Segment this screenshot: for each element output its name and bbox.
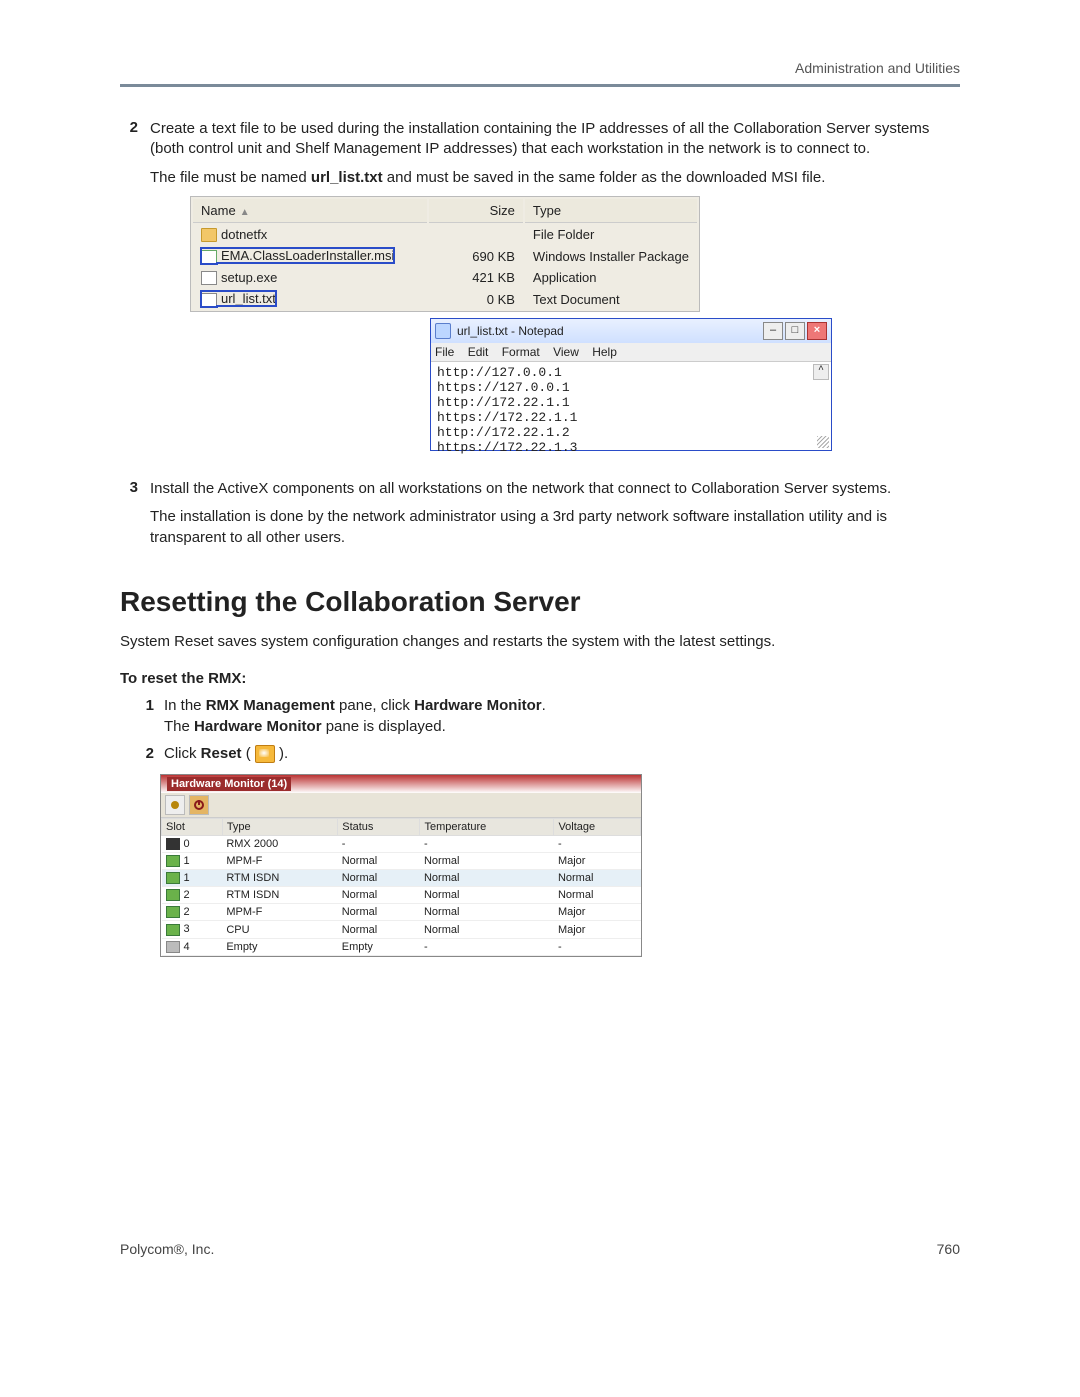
maximize-button[interactable]: □ <box>785 322 805 340</box>
footer-page-number: 760 <box>937 1241 960 1257</box>
txt-icon <box>201 293 217 307</box>
hwmon-row[interactable]: 2RTM ISDNNormalNormalNormal <box>162 887 641 904</box>
file-col-size[interactable]: Size <box>429 199 523 223</box>
exe-icon <box>201 271 217 285</box>
substep-2-line: Click Reset ( ). <box>164 743 960 764</box>
hwmon-row[interactable]: 4EmptyEmpty-- <box>162 938 641 955</box>
notepad-window: url_list.txt - Notepad – □ × File Edit F… <box>430 318 832 451</box>
section-heading-reset: Resetting the Collaboration Server <box>120 586 960 618</box>
step-number-2: 2 <box>120 119 138 469</box>
hw-col-status[interactable]: Status <box>338 819 420 836</box>
slot-icon <box>166 941 180 953</box>
msi-icon <box>201 250 217 264</box>
subheading-to-reset: To reset the RMX: <box>120 670 960 687</box>
notepad-textarea[interactable]: http://127.0.0.1 https://127.0.0.1 http:… <box>431 362 831 450</box>
folder-icon <box>201 228 217 242</box>
step2-paragraph-2: The file must be named url_list.txt and … <box>150 168 960 188</box>
resize-grip-icon[interactable] <box>817 436 829 448</box>
file-row[interactable]: dotnetfxFile Folder <box>193 225 697 245</box>
hw-col-volt[interactable]: Voltage <box>554 819 641 836</box>
step2-paragraph-1: Create a text file to be used during the… <box>150 119 960 160</box>
minimize-button[interactable]: – <box>763 322 783 340</box>
notepad-titlebar[interactable]: url_list.txt - Notepad – □ × <box>431 319 831 343</box>
slot-icon <box>166 855 180 867</box>
step3-paragraph-1: Install the ActiveX components on all wo… <box>150 479 960 499</box>
slot-icon <box>166 889 180 901</box>
hw-col-temp[interactable]: Temperature <box>420 819 554 836</box>
step3-paragraph-2: The installation is done by the network … <box>150 507 960 548</box>
hwmon-row[interactable]: 1MPM-FNormalNormalMajor <box>162 853 641 870</box>
power-icon <box>193 799 205 811</box>
slot-icon <box>166 906 180 918</box>
file-col-name[interactable]: Name▲ <box>193 199 427 223</box>
hwmon-titlebar: Hardware Monitor (14) <box>161 775 641 793</box>
hwmon-tool-button[interactable] <box>165 795 185 815</box>
hwmon-table: Slot Type Status Temperature Voltage 0RM… <box>161 818 641 956</box>
hwmon-row[interactable]: 1RTM ISDNNormalNormalNormal <box>162 870 641 887</box>
sort-asc-icon: ▲ <box>240 207 250 218</box>
file-row[interactable]: url_list.txt0 KBText Document <box>193 289 697 309</box>
reset-icon <box>255 745 275 763</box>
slot-icon <box>166 872 180 884</box>
hwmon-row[interactable]: 3CPUNormalNormalMajor <box>162 921 641 938</box>
substep-num-1: 1 <box>140 695 154 737</box>
menu-format[interactable]: Format <box>502 345 540 359</box>
hw-col-type[interactable]: Type <box>222 819 337 836</box>
substep-1-line1: In the RMX Management pane, click Hardwa… <box>164 695 960 716</box>
slot-icon <box>166 924 180 936</box>
file-row[interactable]: setup.exe421 KBApplication <box>193 268 697 288</box>
menu-help[interactable]: Help <box>592 345 617 359</box>
notepad-title-text: url_list.txt - Notepad <box>457 324 757 338</box>
notepad-app-icon <box>435 323 451 339</box>
slot-icon <box>166 838 180 850</box>
step-number-3: 3 <box>120 479 138 556</box>
hwmon-row[interactable]: 2MPM-FNormalNormalMajor <box>162 904 641 921</box>
footer-company: Polycom®, Inc. <box>120 1241 214 1257</box>
hardware-monitor-pane: Hardware Monitor (14) Slot Type Status T… <box>160 774 642 957</box>
menu-edit[interactable]: Edit <box>468 345 489 359</box>
file-col-type[interactable]: Type <box>525 199 697 223</box>
menu-file[interactable]: File <box>435 345 454 359</box>
page-header-section: Administration and Utilities <box>120 60 960 87</box>
hwmon-reset-button[interactable] <box>189 795 209 815</box>
hwmon-row[interactable]: 0RMX 2000--- <box>162 836 641 853</box>
hw-col-slot[interactable]: Slot <box>162 819 223 836</box>
substep-num-2: 2 <box>140 743 154 764</box>
substep-1-line2: The Hardware Monitor pane is displayed. <box>164 716 960 737</box>
hwmon-toolbar <box>161 793 641 818</box>
menu-view[interactable]: View <box>553 345 579 359</box>
section-intro: System Reset saves system configuration … <box>120 632 960 652</box>
gear-icon <box>169 799 181 811</box>
scroll-up-icon[interactable]: ^ <box>813 364 829 380</box>
notepad-menubar[interactable]: File Edit Format View Help <box>431 343 831 362</box>
file-row[interactable]: EMA.ClassLoaderInstaller.msi690 KBWindow… <box>193 246 697 266</box>
file-list-table: Name▲ Size Type dotnetfxFile FolderEMA.C… <box>190 196 700 312</box>
close-button[interactable]: × <box>807 322 827 340</box>
